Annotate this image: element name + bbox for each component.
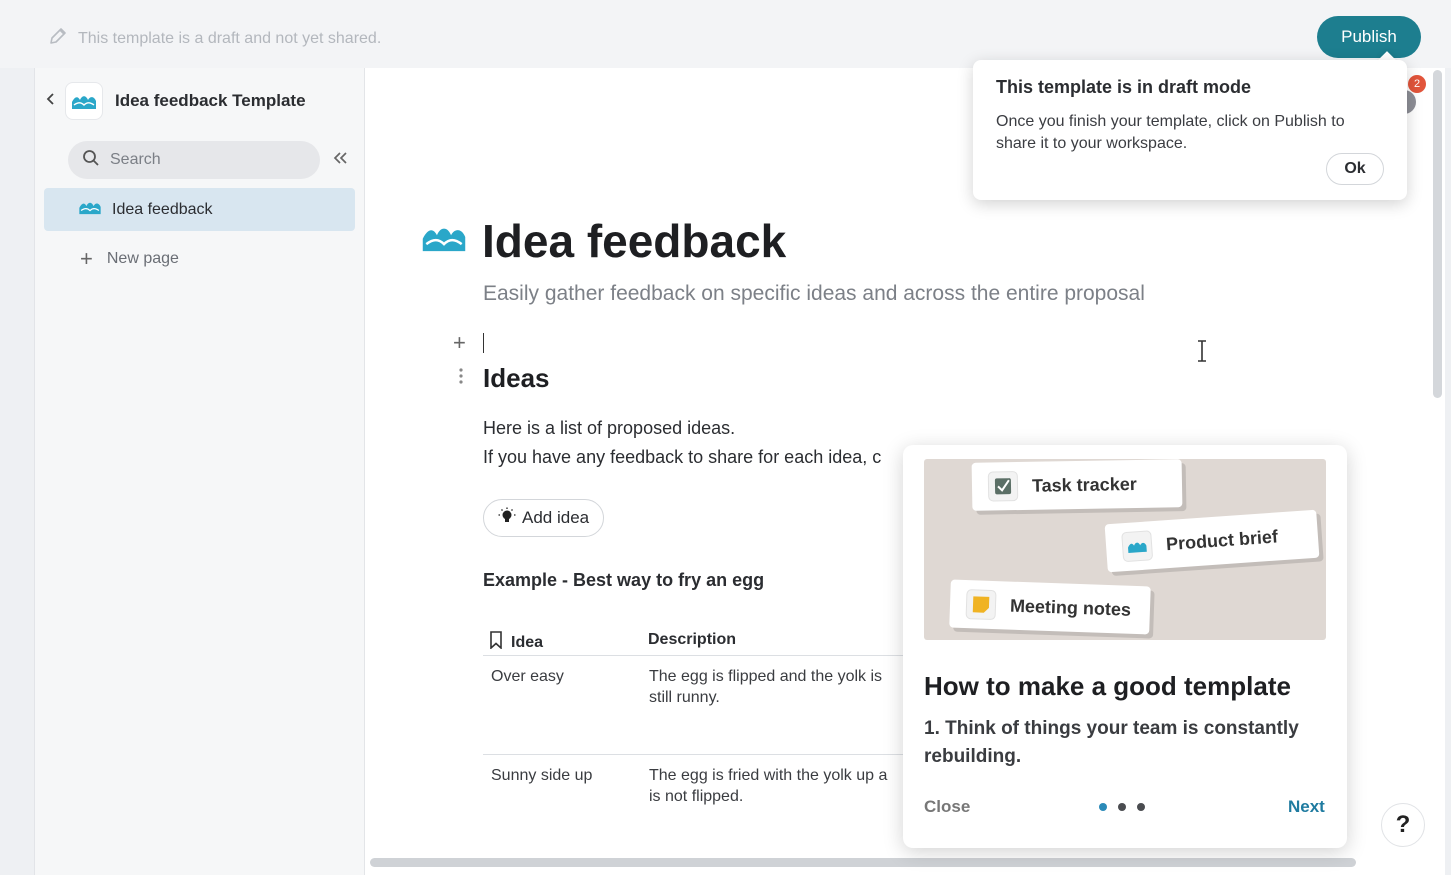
- column-header-label: Idea: [511, 633, 544, 651]
- notification-badge[interactable]: 2: [1408, 75, 1426, 93]
- guide-illustration: Task tracker Product brief Meeting notes: [924, 459, 1326, 640]
- step-indicator: [1099, 803, 1145, 811]
- search-icon: [82, 149, 100, 172]
- publish-button[interactable]: Publish: [1317, 16, 1421, 58]
- plus-icon[interactable]: +: [453, 330, 466, 356]
- column-header-description[interactable]: Description: [648, 631, 736, 649]
- help-button[interactable]: ?: [1381, 803, 1425, 847]
- table-cell[interactable]: The egg is fried with the yolk up a is n…: [649, 765, 887, 807]
- draft-notice-text: This template is a draft and not yet sha…: [78, 29, 382, 47]
- chevron-left-icon[interactable]: [45, 92, 61, 111]
- bookmark-icon: [489, 631, 503, 654]
- page-title[interactable]: Idea feedback: [482, 214, 786, 268]
- chip-label: Meeting notes: [1009, 595, 1132, 620]
- chip-task-tracker: Task tracker: [971, 459, 1183, 511]
- sticky-note-icon: [965, 589, 997, 621]
- guide-title: How to make a good template: [924, 671, 1291, 701]
- top-bar: This template is a draft and not yet sha…: [0, 0, 1451, 68]
- page-subtitle[interactable]: Easily gather feedback on specific ideas…: [483, 282, 1145, 306]
- chip-label: Product brief: [1165, 525, 1279, 554]
- pencil-icon: [48, 26, 68, 51]
- text-cursor: [483, 333, 484, 353]
- sidebar-title: Idea feedback Template: [115, 91, 306, 110]
- popover-body: Once you finish your template, click on …: [996, 113, 1345, 152]
- paragraph[interactable]: Here is a list of proposed ideas.: [483, 418, 735, 439]
- sidebar-item-idea-feedback[interactable]: Idea feedback: [44, 188, 355, 231]
- add-idea-button[interactable]: Add idea: [483, 499, 605, 537]
- wave-logo-icon: [78, 199, 102, 220]
- wave-logo-icon: [65, 82, 103, 120]
- close-button[interactable]: Close: [924, 797, 970, 817]
- wave-logo-icon[interactable]: [421, 220, 467, 259]
- new-page-label: New page: [106, 250, 179, 267]
- wave-logo-icon: [1121, 530, 1154, 563]
- step-dot[interactable]: [1118, 803, 1126, 811]
- paragraph[interactable]: If you have any feedback to share for ea…: [483, 447, 881, 468]
- table-cell[interactable]: Sunny side up: [491, 765, 592, 786]
- draft-notice: This template is a draft and not yet sha…: [48, 26, 381, 51]
- table-cell[interactable]: Over easy: [491, 666, 564, 687]
- popover-title: This template is in draft mode: [996, 77, 1252, 97]
- i-beam-cursor-icon: [1196, 340, 1208, 368]
- search-box[interactable]: [68, 141, 320, 179]
- step-dot[interactable]: [1137, 803, 1145, 811]
- chip-label: Task tracker: [1031, 473, 1137, 496]
- add-idea-label: Add idea: [522, 508, 590, 527]
- ok-button[interactable]: Ok: [1326, 153, 1384, 185]
- sidebar: Idea feedback Template Idea feedback + N…: [35, 68, 365, 875]
- search-input[interactable]: [110, 151, 300, 169]
- draft-mode-popover: This template is in draft mode Once you …: [973, 60, 1407, 200]
- step-dot[interactable]: [1099, 803, 1107, 811]
- vertical-scrollbar[interactable]: [1433, 70, 1442, 398]
- checkbox-icon: [987, 471, 1019, 502]
- cell-line: The egg is flipped and the yolk is: [649, 668, 883, 685]
- sidebar-header: Idea feedback Template: [45, 82, 306, 120]
- cell-line: is not flipped.: [649, 788, 744, 805]
- chip-product-brief: Product brief: [1104, 509, 1320, 573]
- template-guide-card: Task tracker Product brief Meeting notes…: [903, 445, 1347, 848]
- table-cell[interactable]: The egg is flipped and the yolk is still…: [649, 666, 882, 708]
- sidebar-item-label: Idea feedback: [112, 200, 213, 218]
- section-heading[interactable]: Ideas: [483, 363, 550, 394]
- guide-body: 1. Think of things your team is constant…: [924, 718, 1299, 767]
- plus-icon: +: [80, 246, 93, 271]
- example-heading[interactable]: Example - Best way to fry an egg: [483, 570, 764, 591]
- cell-line: still runny.: [649, 689, 720, 706]
- horizontal-scrollbar[interactable]: [370, 858, 1356, 867]
- column-header-idea[interactable]: Idea: [489, 631, 543, 654]
- lightbulb-icon: [498, 507, 516, 530]
- drag-handle-icon[interactable]: [459, 368, 463, 387]
- cell-line: The egg is fried with the yolk up a: [649, 767, 888, 784]
- next-button[interactable]: Next: [1288, 797, 1325, 817]
- double-chevron-left-icon[interactable]: [332, 148, 348, 170]
- new-page-button[interactable]: + New page: [80, 246, 179, 272]
- chip-meeting-notes: Meeting notes: [949, 579, 1151, 635]
